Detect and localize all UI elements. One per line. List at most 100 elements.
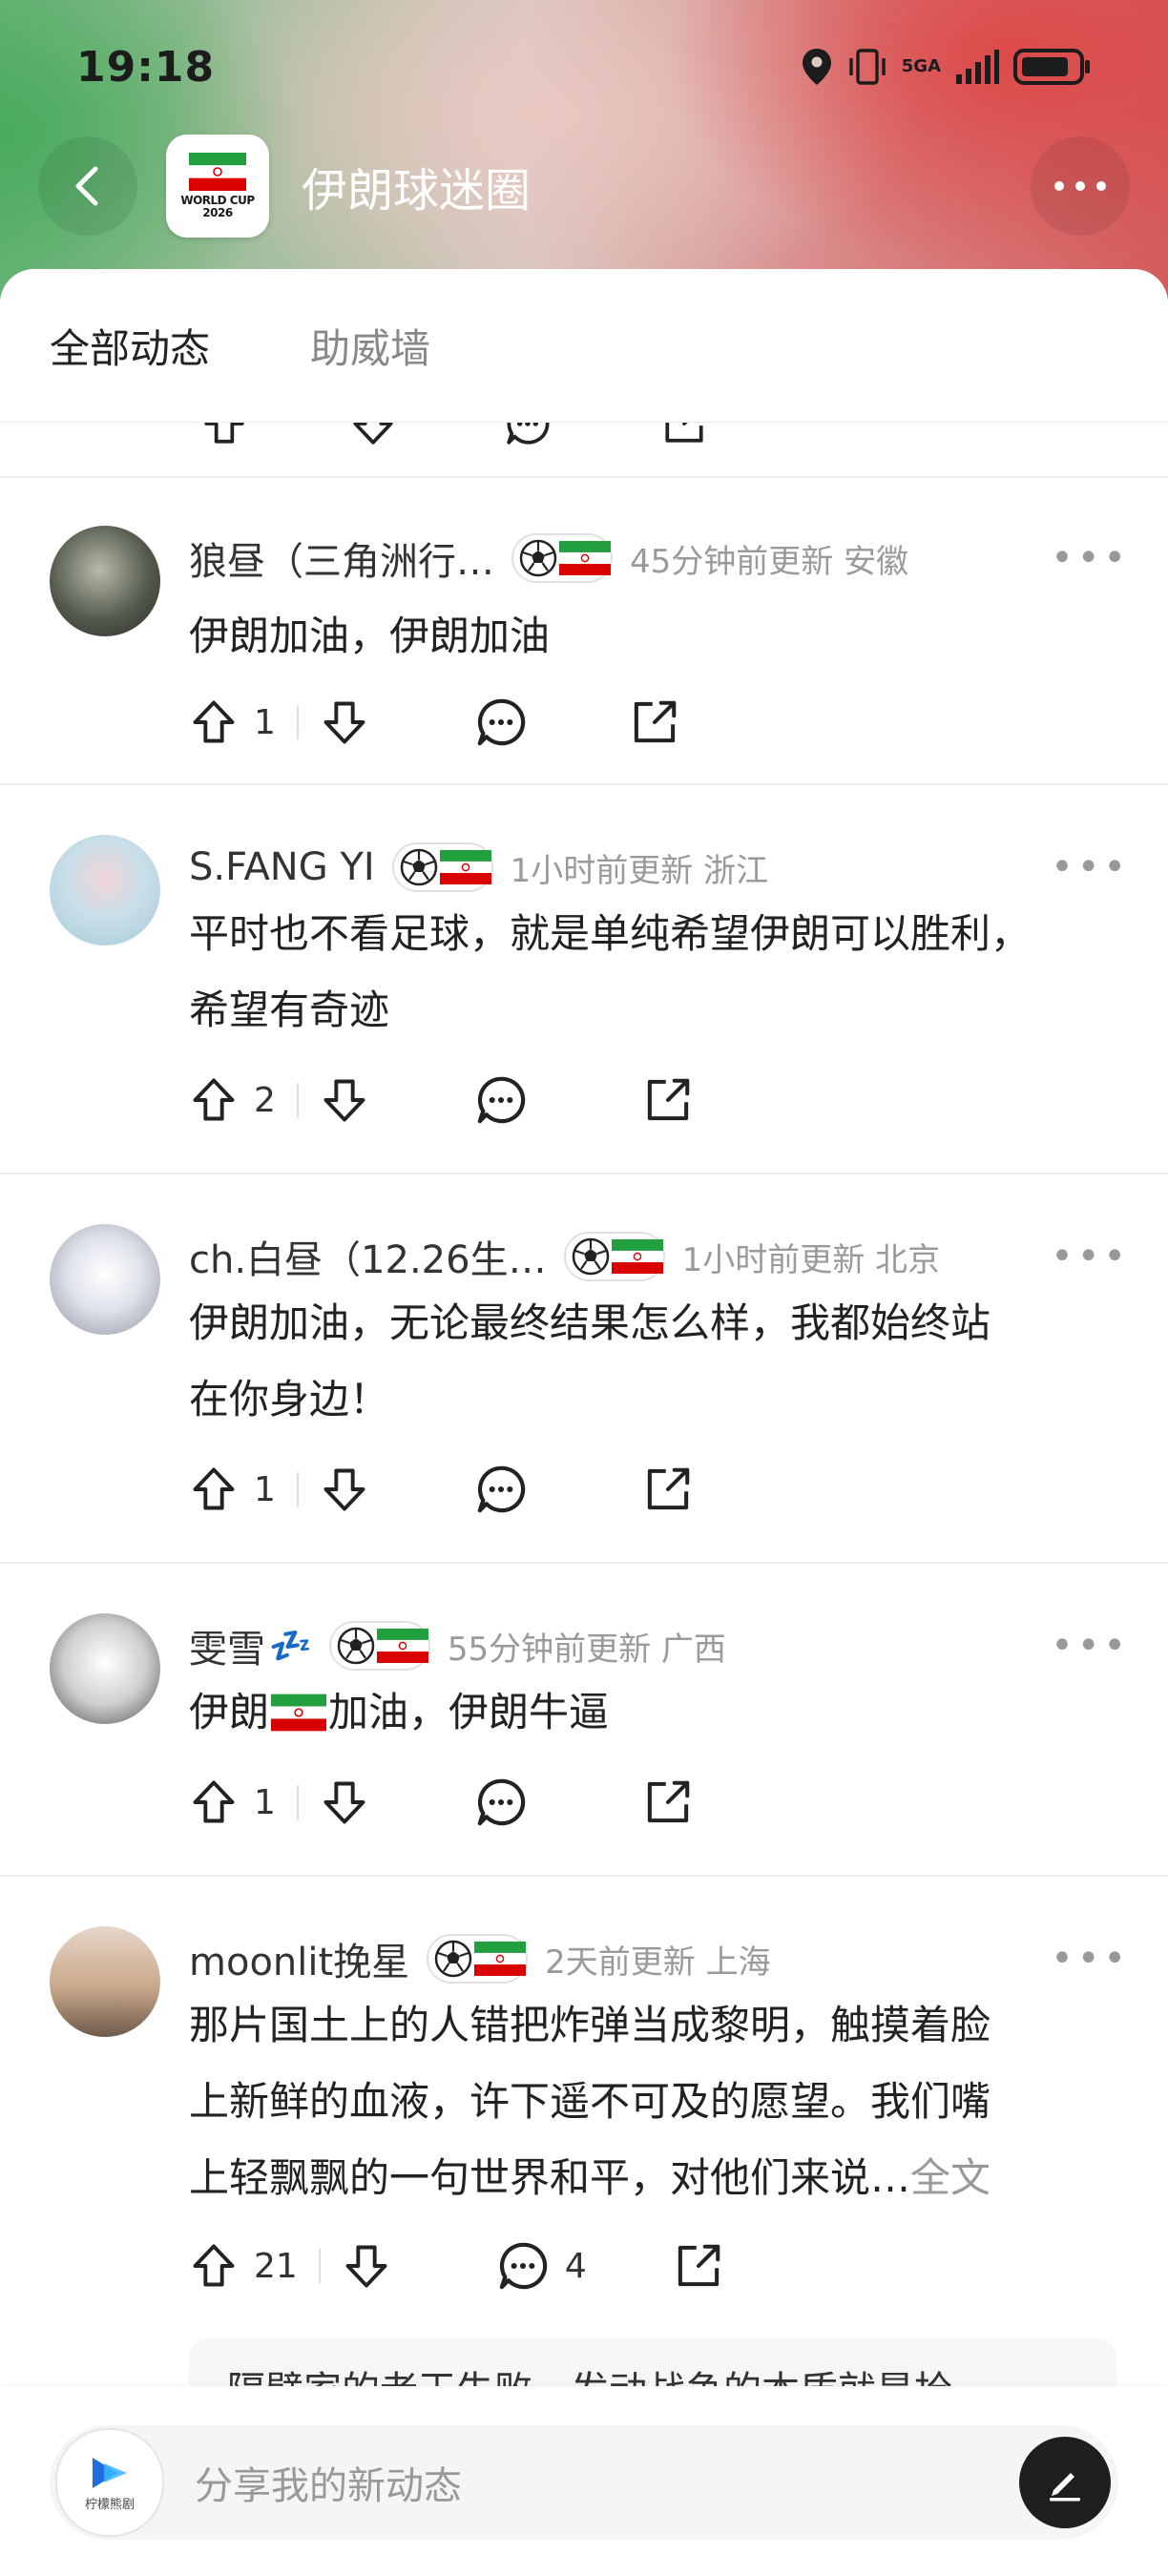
share-button[interactable]: [629, 696, 680, 748]
downvote-icon: [320, 697, 369, 747]
avatar[interactable]: [50, 1926, 160, 2037]
upvote-count: 1: [254, 702, 276, 742]
divider: [296, 705, 299, 739]
upvote-button[interactable]: 2: [189, 1075, 276, 1125]
post-more-button[interactable]: •••: [1051, 1624, 1130, 1668]
comment-button[interactable]: [474, 696, 528, 749]
vibrate-icon: [849, 49, 886, 85]
downvote-button[interactable]: [342, 2241, 391, 2291]
iran-flag-icon: [188, 153, 247, 191]
avatar[interactable]: [50, 1224, 160, 1335]
share-icon[interactable]: [660, 423, 708, 447]
upvote-button[interactable]: 1: [189, 1777, 276, 1827]
team-badge: [427, 1934, 529, 1984]
share-icon: [642, 1776, 694, 1828]
post-text-line: 那片国土上的人错把炸弹当成黎明，触摸着脸: [189, 2002, 991, 2048]
team-badge: [391, 842, 493, 892]
share-button[interactable]: [673, 2240, 724, 2292]
downvote-button[interactable]: [320, 1075, 369, 1125]
post-item: moonlit挽星 2天前更新 上海 ••• 那片国土上的人错把炸弹当成黎明，触…: [0, 1875, 1168, 2386]
share-button[interactable]: [642, 1464, 694, 1515]
composer-placeholder: 分享我的新动态: [195, 2464, 462, 2508]
soccer-ball-icon: [337, 1627, 375, 1665]
post-text-segment: 伊朗: [189, 1689, 270, 1735]
post-item: ch.白昼（12.26生… 1小时前更新 北京 ••• 伊朗加油，无论最终结果怎…: [0, 1173, 1168, 1564]
iran-flag-icon: [377, 1629, 428, 1663]
upvote-button[interactable]: 1: [189, 697, 276, 747]
post-meta: 45分钟前更新 安徽: [630, 542, 909, 581]
downvote-icon[interactable]: [349, 423, 397, 447]
reply-preview[interactable]: 隔壁家的老王失败，发动战争的本质就是抢: [189, 2338, 1116, 2386]
brand-logo-icon: [93, 2457, 127, 2488]
share-icon: [642, 1464, 694, 1515]
post-header: ch.白昼（12.26生… 1小时前更新 北京 •••: [189, 1226, 1130, 1287]
status-bar: 19:18 5GA: [76, 38, 1092, 95]
location-icon: [802, 49, 831, 85]
composer-input[interactable]: 柠檬熊剧 分享我的新动态: [50, 2425, 1118, 2540]
tab-cheer-wall[interactable]: 助威墙: [310, 317, 430, 375]
post-text-segment: 加油，伊朗牛逼: [328, 1689, 610, 1735]
status-time: 19:18: [76, 42, 216, 92]
upvote-button[interactable]: 1: [189, 1465, 276, 1514]
username[interactable]: 狼昼（三角洲行…: [189, 530, 494, 586]
upvote-icon[interactable]: [200, 423, 248, 447]
post-body[interactable]: 伊朗加油，无论最终结果怎么样，我都始终站 在你身边！: [189, 1285, 1130, 1438]
comment-icon: [474, 1776, 528, 1829]
post-text-line: 在你身边！: [189, 1376, 390, 1423]
upvote-count: 21: [254, 2246, 298, 2286]
upvote-count: 1: [254, 1469, 276, 1509]
tab-all-posts[interactable]: 全部动态: [50, 317, 210, 375]
downvote-button[interactable]: [320, 1777, 369, 1827]
more-options-button[interactable]: [1031, 136, 1130, 236]
post-more-button[interactable]: •••: [1051, 1937, 1130, 1981]
share-button[interactable]: [642, 1776, 694, 1828]
post-feed: 狼昼（三角洲行… 45分钟前更新 安徽 ••• 伊朗加油，伊朗加油 1 S.FA…: [0, 423, 1168, 2386]
comment-button[interactable]: [474, 1463, 528, 1516]
post-more-button[interactable]: •••: [1051, 536, 1130, 580]
downvote-icon: [320, 1777, 369, 1827]
chevron-left-icon: [75, 166, 98, 206]
username[interactable]: moonlit挽星: [189, 1931, 409, 1986]
avatar[interactable]: [50, 526, 160, 636]
team-badge: [511, 533, 613, 583]
username[interactable]: 雯雪: [189, 1618, 265, 1673]
comment-button[interactable]: 4: [496, 2239, 587, 2293]
post-body[interactable]: 伊朗 加油，伊朗牛逼: [189, 1674, 1130, 1751]
avatar[interactable]: [50, 1613, 160, 1724]
circle-logo: WORLD CUP 2026: [166, 135, 269, 238]
team-badge: [563, 1232, 665, 1281]
comment-button[interactable]: [474, 1776, 528, 1829]
username[interactable]: S.FANG YI: [189, 845, 375, 889]
downvote-button[interactable]: [320, 697, 369, 747]
post-more-button[interactable]: •••: [1051, 1235, 1130, 1278]
soccer-ball-icon: [400, 848, 438, 886]
back-button[interactable]: [38, 136, 137, 236]
soccer-ball-icon: [572, 1237, 610, 1276]
share-icon: [629, 696, 680, 748]
post-item: 雯雪 💤 55分钟前更新 广西 ••• 伊朗 加油，伊朗牛逼 1: [0, 1562, 1168, 1877]
post-header: S.FANG YI 1小时前更新 浙江 •••: [189, 837, 1130, 898]
post-item: 狼昼（三角洲行… 45分钟前更新 安徽 ••• 伊朗加油，伊朗加油 1: [0, 478, 1168, 785]
upvote-icon: [189, 697, 239, 747]
post-body[interactable]: 那片国土上的人错把炸弹当成黎明，触摸着脸 上新鲜的血液，许下遥不可及的愿望。我们…: [189, 1987, 1130, 2216]
upvote-button[interactable]: 21: [189, 2241, 298, 2291]
compose-button[interactable]: [1019, 2437, 1111, 2528]
avatar[interactable]: [50, 835, 160, 945]
share-button[interactable]: [642, 1074, 694, 1126]
post-actions: 21 4: [189, 2228, 724, 2304]
post-body[interactable]: 平时也不看足球，就是单纯希望伊朗可以胜利， 希望有奇迹: [189, 896, 1130, 1049]
divider: [296, 1083, 299, 1117]
share-icon: [642, 1074, 694, 1126]
comment-button[interactable]: [474, 1073, 528, 1127]
post-meta: 2天前更新 上海: [545, 1942, 771, 1982]
downvote-button[interactable]: [320, 1465, 369, 1514]
iran-flag-icon: [559, 541, 611, 575]
post-body[interactable]: 伊朗加油，伊朗加油: [189, 598, 1130, 675]
downvote-icon: [320, 1075, 369, 1125]
username[interactable]: ch.白昼（12.26生…: [189, 1229, 547, 1284]
post-more-button[interactable]: •••: [1051, 845, 1130, 889]
read-full-link[interactable]: 全文: [910, 2154, 991, 2201]
signal-icon: [956, 50, 999, 84]
divider: [318, 2249, 321, 2283]
comment-icon[interactable]: [504, 423, 552, 447]
